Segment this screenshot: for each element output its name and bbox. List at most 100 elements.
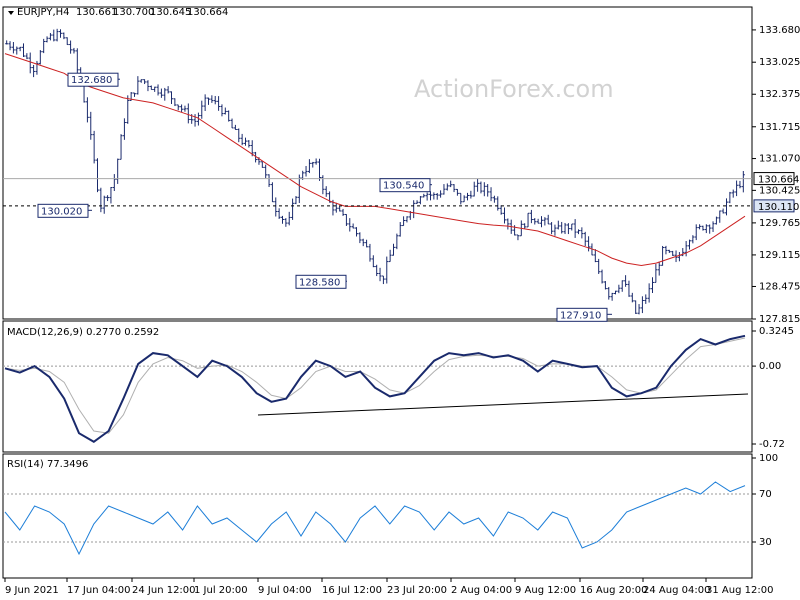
price-bar [704, 224, 708, 234]
price-bar [506, 218, 510, 230]
price-bar [109, 187, 113, 204]
price-bar [738, 180, 742, 189]
price-bar [240, 133, 244, 146]
price-bar [45, 36, 49, 43]
price-bar [146, 80, 150, 92]
price-bar [344, 213, 348, 226]
price-bar [701, 225, 705, 231]
price-bar [186, 103, 190, 124]
level-price-label: 130.110 [758, 202, 799, 213]
price-bar [89, 111, 93, 140]
price-bar [466, 192, 469, 201]
price-bar [213, 95, 217, 105]
price-bar [99, 187, 103, 213]
price-bar [122, 118, 126, 140]
price-bar [62, 32, 66, 40]
price-bar [597, 258, 601, 274]
price-bar [640, 296, 644, 314]
price-panel-frame [2, 6, 753, 320]
price-bar [233, 124, 237, 131]
price-bar [435, 192, 439, 200]
price-bar [657, 261, 661, 276]
price-bar [274, 197, 278, 217]
price-bar [18, 46, 22, 52]
price-bar [210, 95, 214, 103]
price-bar [371, 255, 375, 268]
price-bar [630, 292, 634, 303]
price-bar [526, 212, 530, 228]
price-bar [725, 198, 728, 216]
price-bar [143, 79, 147, 85]
price-bar [65, 37, 69, 46]
x-tick-label: 1 Jul 20:00 [194, 585, 248, 596]
price-bar [96, 158, 99, 193]
price-bar [536, 218, 540, 224]
price-bar [69, 40, 73, 54]
price-bar [28, 52, 32, 74]
price-bar [180, 104, 184, 113]
price-bar [237, 128, 241, 143]
price-bar [714, 216, 718, 225]
price-bar [661, 245, 665, 266]
rsi-header: RSI(14) 77.3496 [7, 459, 88, 470]
price-bar [540, 216, 543, 228]
price-annotation: 130.020 [37, 203, 92, 218]
price-bar [462, 195, 466, 203]
price-bar [684, 241, 688, 257]
eurjpy-chart: EURJPY,H4 130.661 130.700 130.645 130.66… [2, 6, 800, 596]
price-bar [338, 205, 342, 212]
price-bar [425, 192, 429, 201]
price-bar [546, 214, 550, 225]
x-tick-label: 9 Aug 12:00 [515, 585, 576, 596]
price-bar [381, 275, 385, 285]
price-bar [735, 180, 739, 197]
price-bar [556, 220, 560, 230]
svg-text:128.580: 128.580 [299, 277, 340, 288]
price-bar [398, 222, 402, 237]
price-bar [708, 224, 712, 234]
price-tick-label: 131.070 [759, 154, 800, 165]
dropdown-arrow-icon[interactable] [8, 11, 14, 15]
price-bar [311, 161, 315, 168]
price-bar [163, 87, 167, 101]
price-bar [227, 110, 231, 122]
price-bar [721, 208, 725, 214]
rsi-tick-label: 30 [759, 537, 772, 548]
price-bar [321, 175, 325, 195]
price-bar [72, 47, 76, 54]
price-tick-label: 133.025 [759, 57, 800, 68]
macd-trendline [257, 393, 749, 416]
price-annotation: 130.540 [379, 178, 432, 193]
price-bar [476, 178, 480, 192]
price-bar [583, 231, 587, 246]
price-bar [445, 183, 449, 191]
price-bar [395, 233, 399, 250]
price-annotation: 132.680 [67, 72, 120, 87]
price-bar [503, 207, 506, 224]
price-bar [38, 50, 42, 65]
svg-text:130.540: 130.540 [383, 181, 424, 192]
price-bar [75, 48, 79, 75]
price-bar [600, 269, 604, 284]
rsi-panel-frame [2, 453, 753, 579]
price-bar [170, 91, 173, 104]
price-bar [614, 290, 617, 295]
price-tick-label: 132.375 [759, 89, 800, 100]
price-bar [573, 219, 577, 238]
price-bar [516, 234, 520, 241]
price-bar [644, 294, 648, 304]
price-bar [375, 264, 379, 277]
price-bar [617, 284, 621, 294]
price-bar [11, 42, 15, 54]
price-bar [324, 186, 328, 197]
price-bar [294, 196, 298, 205]
rsi-tick-label: 70 [759, 489, 772, 500]
svg-text:130.020: 130.020 [41, 206, 82, 217]
price-bar [455, 188, 459, 196]
price-bar [587, 236, 591, 252]
price-bar [166, 86, 170, 94]
x-tick-label: 2 Aug 04:00 [451, 585, 512, 596]
macd-panel-frame [2, 320, 753, 453]
x-tick-label: 16 Aug 20:00 [580, 585, 647, 596]
price-bar [728, 191, 732, 204]
